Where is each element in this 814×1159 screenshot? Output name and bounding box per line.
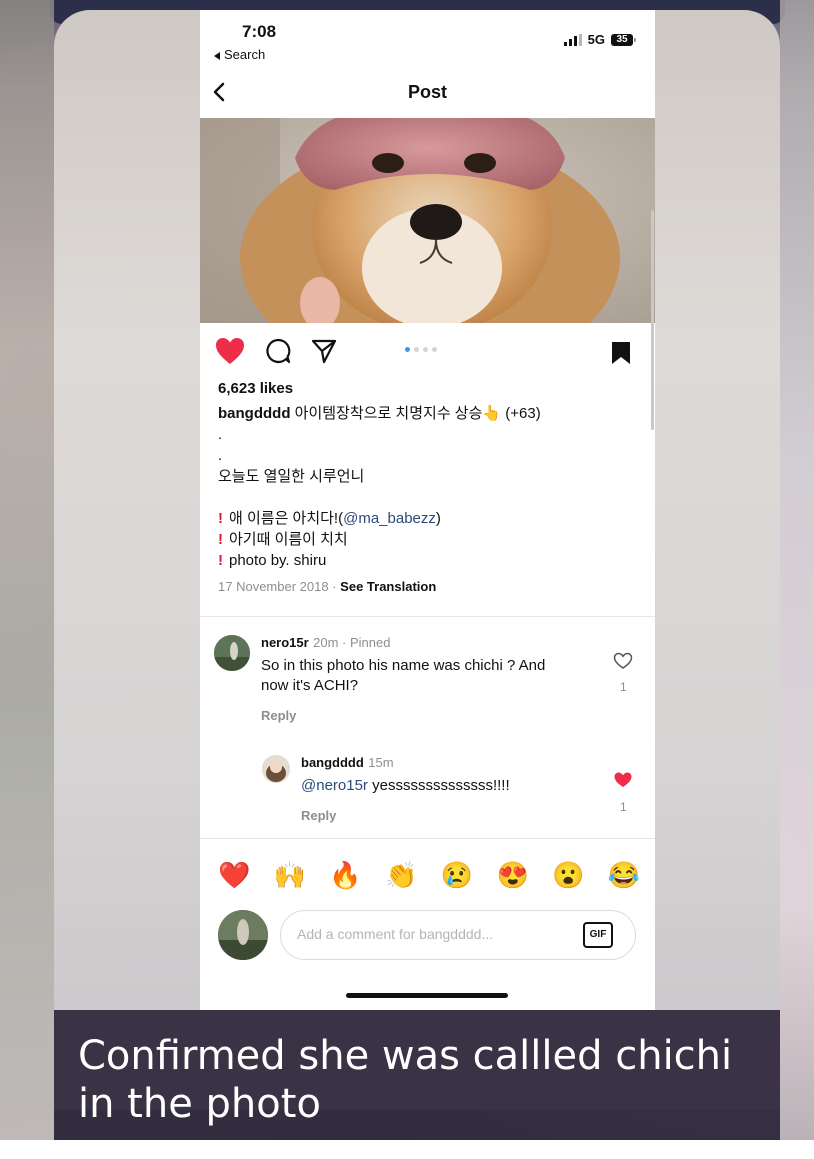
- network-label: 5G: [587, 32, 605, 47]
- heart-eyes-emoji-button[interactable]: 😍: [497, 860, 529, 891]
- bullet2-text: 아기때 이름이 치치: [229, 531, 348, 548]
- post-date: 17 November 2018: [218, 579, 329, 594]
- comment-icon[interactable]: [264, 337, 292, 365]
- comment-username[interactable]: bangdddd: [301, 755, 364, 770]
- status-indicators: 5G 35: [563, 32, 636, 47]
- comment-2: bangdddd 15m @nero15r yessssssssssssss!!…: [301, 754, 510, 823]
- raised-hands-emoji-button[interactable]: 🙌: [274, 860, 306, 891]
- heart-filled-icon[interactable]: [214, 336, 246, 366]
- comment-mention-link[interactable]: @nero15r: [301, 777, 368, 794]
- comment-1: nero15r 20m · Pinned So in this photo hi…: [261, 634, 545, 723]
- carousel-indicator: [405, 347, 437, 352]
- caption-bullet-2: ! 아기때 이름이 치치: [218, 529, 643, 550]
- heart-outline-icon[interactable]: [613, 652, 633, 670]
- avatar[interactable]: [218, 910, 268, 960]
- post-caption: bangdddd 아이템장착으로 치명지수 상승👆 (+63) . . 오늘도 …: [218, 403, 643, 571]
- comment-input[interactable]: Add a comment for bangdddd... GIF: [280, 910, 636, 960]
- pointing-up-emoji: 👆: [482, 405, 502, 422]
- comment-meta: 15m: [368, 755, 394, 770]
- comment-text-line2: now it's ACHI?: [261, 677, 359, 694]
- caption-bullet-1: ! 애 이름은 아치다!(@ma_babezz): [218, 508, 643, 529]
- share-icon[interactable]: [310, 337, 338, 365]
- see-translation-link[interactable]: See Translation: [340, 579, 436, 594]
- signal-icon: [563, 33, 582, 46]
- carousel-dot: [414, 347, 419, 352]
- carousel-dot: [432, 347, 437, 352]
- bookmark-filled-icon[interactable]: [610, 340, 632, 366]
- comment-meta: 20m · Pinned: [313, 635, 391, 650]
- heart-filled-icon[interactable]: [613, 771, 633, 789]
- quick-emoji-bar: ❤️ 🙌 🔥 👏 😢 😍 😮 😂: [218, 860, 640, 891]
- fire-emoji-button[interactable]: 🔥: [329, 860, 361, 891]
- gif-button[interactable]: GIF: [583, 922, 613, 948]
- caption-line2: 오늘도 열일한 시루언니: [218, 468, 365, 485]
- back-to-search-link[interactable]: Search: [214, 47, 265, 62]
- status-time: 7:08: [242, 22, 277, 41]
- instagram-post-screen: 7:08 Search 5G 35 Post 6,623 likes bangd…: [200, 10, 655, 1010]
- background-right-blur: [780, 0, 814, 1140]
- carousel-dot: [405, 347, 410, 352]
- comment-text: @nero15r yessssssssssssss!!!!: [301, 776, 510, 796]
- caption-bullet-3: ! photo by. shiru: [218, 550, 643, 571]
- avatar[interactable]: [214, 635, 250, 671]
- like-count[interactable]: 6,623 likes: [218, 380, 293, 397]
- surprised-emoji-button[interactable]: 😮: [552, 860, 584, 891]
- clapping-emoji-button[interactable]: 👏: [385, 860, 417, 891]
- page-title: Post: [407, 82, 447, 102]
- carousel-dot: [423, 347, 428, 352]
- date-separator: ·: [332, 579, 337, 594]
- divider: [200, 616, 655, 617]
- post-photo[interactable]: [200, 118, 655, 323]
- scroll-indicator[interactable]: [651, 210, 654, 430]
- reply-button[interactable]: Reply: [301, 808, 510, 823]
- reply-button[interactable]: Reply: [261, 708, 545, 723]
- comment-reply-text: yessssssssssssss!!!!: [372, 777, 510, 794]
- caption-dot-line: .: [218, 447, 223, 464]
- crying-emoji-button[interactable]: 😢: [441, 860, 473, 891]
- comment-like-count: 1: [620, 680, 627, 694]
- bullet1-prefix: 애 이름은 아치다!(: [229, 510, 344, 527]
- avatar[interactable]: [262, 755, 290, 783]
- comment-input-placeholder: Add a comment for bangdddd...: [297, 926, 494, 942]
- exclamation-icon: !: [218, 510, 223, 527]
- comment-composer: Add a comment for bangdddd... GIF: [218, 910, 638, 960]
- caption-mention-link[interactable]: @ma_babezz: [343, 510, 436, 527]
- laughing-emoji-button[interactable]: 😂: [608, 860, 640, 891]
- caption-suffix: (+63): [505, 405, 541, 422]
- comment-text-line1: So in this photo his name was chichi ? A…: [261, 657, 546, 674]
- bullet3-text: photo by. shiru: [229, 552, 327, 569]
- divider: [200, 838, 655, 839]
- caption-text: 아이템장착으로 치명지수 상승: [294, 405, 483, 422]
- red-heart-emoji-button[interactable]: ❤️: [218, 860, 250, 891]
- exclamation-icon: !: [218, 552, 223, 569]
- post-date-line: 17 November 2018 · See Translation: [218, 579, 436, 594]
- post-actions: [214, 336, 338, 366]
- battery-icon: 35: [611, 33, 636, 46]
- comment-like-count: 1: [620, 800, 627, 814]
- caption-overlay: Confirmed she was callled chichi in the …: [54, 1010, 780, 1140]
- overlay-caption: Confirmed she was callled chichi in the …: [78, 1033, 733, 1127]
- comment-username[interactable]: nero15r: [261, 635, 309, 650]
- background-left-blur: [0, 0, 54, 1140]
- bullet1-suffix: ): [435, 510, 441, 527]
- caption-dot-line: .: [218, 426, 223, 443]
- back-arrow-icon: [214, 51, 220, 60]
- caption-first-line: bangdddd 아이템장착으로 치명지수 상승👆 (+63): [218, 403, 643, 424]
- caption-username[interactable]: bangdddd: [218, 405, 290, 422]
- back-app-label: Search: [224, 47, 266, 62]
- exclamation-icon: !: [218, 531, 223, 548]
- home-indicator[interactable]: [346, 993, 508, 998]
